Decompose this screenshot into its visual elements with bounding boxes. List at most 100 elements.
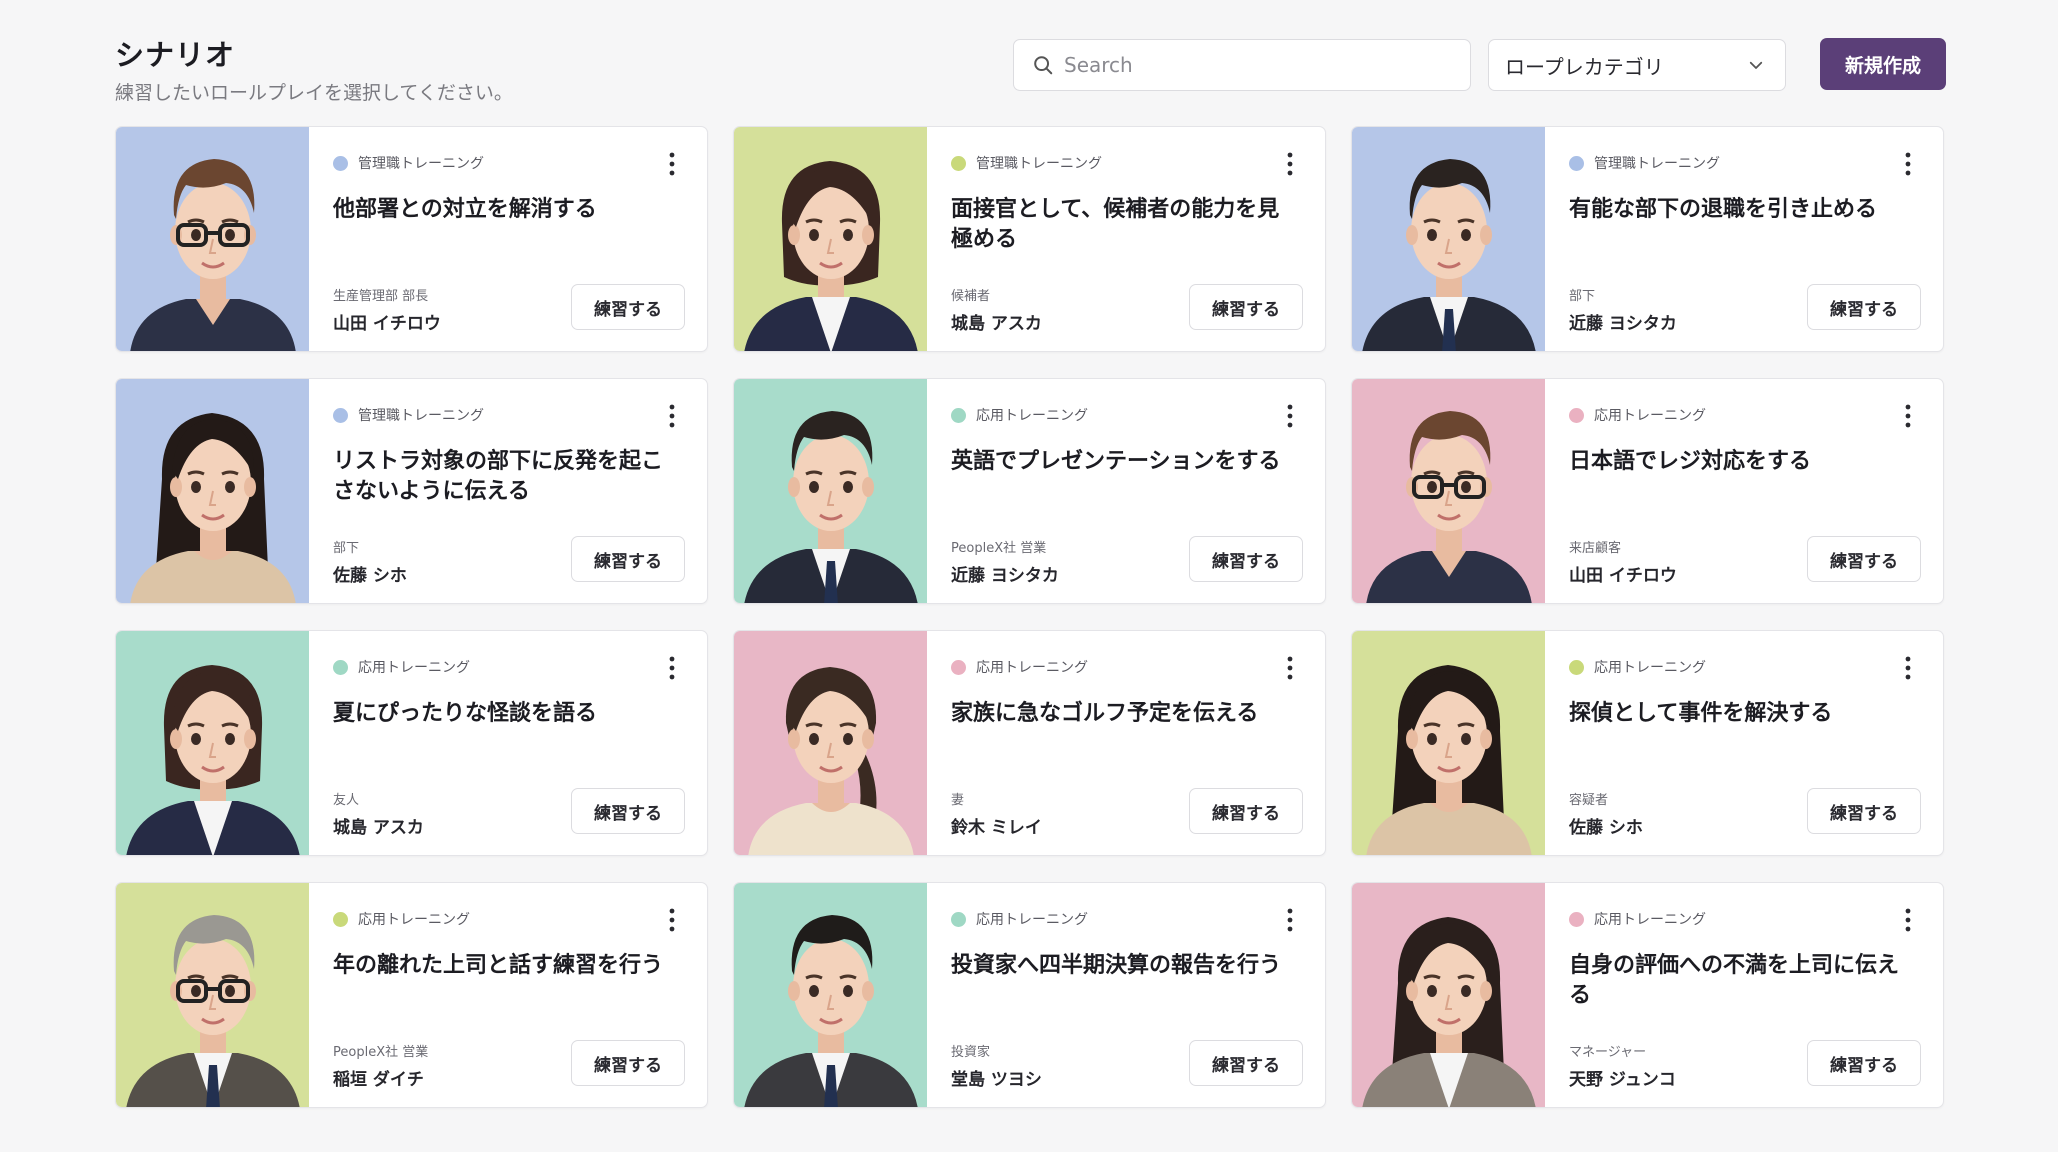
- card-body: 応用トレーニング 投資家へ四半期決算の報告を行う 投資家 堂島 ツヨシ 練習する: [927, 883, 1325, 1107]
- page-subtitle: 練習したいロールプレイを選択してください。: [115, 82, 513, 104]
- man-glasses-avatar-image: [116, 127, 309, 351]
- scenario-card[interactable]: 応用トレーニング 年の離れた上司と話す練習を行う PeopleX社 営業 稲垣 …: [115, 882, 708, 1108]
- card-body: 応用トレーニング 夏にぴったりな怪談を語る 友人 城島 アスカ 練習する: [309, 631, 707, 855]
- character-role: 生産管理部 部長: [333, 289, 429, 304]
- card-body: 応用トレーニング 英語でプレゼンテーションをする PeopleX社 営業 近藤 …: [927, 379, 1325, 603]
- more-options-icon[interactable]: [1901, 403, 1915, 429]
- character-name: 山田 イチロウ: [333, 314, 441, 334]
- character-role: 部下: [1569, 289, 1596, 304]
- card-body: 応用トレーニング 年の離れた上司と話す練習を行う PeopleX社 営業 稲垣 …: [309, 883, 707, 1107]
- category-dot: [1569, 911, 1584, 927]
- card-body: 応用トレーニング 自身の評価への不満を上司に伝える マネージャー 天野 ジュンコ…: [1545, 883, 1943, 1107]
- scenario-card[interactable]: 管理職トレーニング 面接官として、候補者の能力を見極める 候補者 城島 アスカ …: [733, 126, 1326, 352]
- category-label: 応用トレーニング: [976, 660, 1088, 676]
- woman-ponytail-avatar-image: [734, 631, 927, 855]
- more-options-icon[interactable]: [1283, 403, 1297, 429]
- card-body: 管理職トレーニング 有能な部下の退職を引き止める 部下 近藤 ヨシタカ 練習する: [1545, 127, 1943, 351]
- woman-manager-avatar-image: [1352, 883, 1545, 1107]
- character-name: 城島 アスカ: [333, 818, 424, 838]
- character-name: 山田 イチロウ: [1569, 566, 1677, 586]
- scenario-card[interactable]: 応用トレーニング 夏にぴったりな怪談を語る 友人 城島 アスカ 練習する: [115, 630, 708, 856]
- scenario-title: 家族に急なゴルフ予定を伝える: [951, 701, 1259, 726]
- man-glasses-avatar: [1352, 379, 1545, 603]
- category-label: 応用トレーニング: [1594, 660, 1706, 676]
- more-options-icon[interactable]: [1283, 151, 1297, 177]
- older-man-glasses-avatar: [116, 883, 309, 1107]
- search-box[interactable]: [1013, 39, 1471, 91]
- scenario-card[interactable]: 応用トレーニング 日本語でレジ対応をする 来店顧客 山田 イチロウ 練習する: [1351, 378, 1944, 604]
- more-options-icon[interactable]: [1283, 907, 1297, 933]
- scenario-card[interactable]: 管理職トレーニング 他部署との対立を解消する 生産管理部 部長 山田 イチロウ …: [115, 126, 708, 352]
- scenario-card[interactable]: 応用トレーニング 英語でプレゼンテーションをする PeopleX社 営業 近藤 …: [733, 378, 1326, 604]
- practice-button[interactable]: 練習する: [1189, 1040, 1303, 1086]
- category-tag: 応用トレーニング: [1569, 405, 1921, 425]
- more-options-icon[interactable]: [665, 655, 679, 681]
- woman-long-hair-avatar-image: [116, 379, 309, 603]
- more-options-icon[interactable]: [1901, 151, 1915, 177]
- practice-button[interactable]: 練習する: [571, 788, 685, 834]
- scenario-card[interactable]: 応用トレーニング 自身の評価への不満を上司に伝える マネージャー 天野 ジュンコ…: [1351, 882, 1944, 1108]
- woman-bob-avatar: [734, 127, 927, 351]
- scenario-grid: 管理職トレーニング 他部署との対立を解消する 生産管理部 部長 山田 イチロウ …: [115, 126, 1944, 1108]
- scenario-card[interactable]: 管理職トレーニング 有能な部下の退職を引き止める 部下 近藤 ヨシタカ 練習する: [1351, 126, 1944, 352]
- category-tag: 応用トレーニング: [333, 657, 685, 677]
- character-role: 妻: [951, 793, 965, 808]
- practice-button[interactable]: 練習する: [1807, 536, 1921, 582]
- practice-button[interactable]: 練習する: [1807, 284, 1921, 330]
- scenario-card[interactable]: 応用トレーニング 家族に急なゴルフ予定を伝える 妻 鈴木 ミレイ 練習する: [733, 630, 1326, 856]
- practice-button[interactable]: 練習する: [1807, 1040, 1921, 1086]
- new-scenario-button[interactable]: 新規作成: [1820, 38, 1946, 90]
- more-options-icon[interactable]: [665, 907, 679, 933]
- practice-button[interactable]: 練習する: [1189, 284, 1303, 330]
- man-glasses-avatar: [116, 127, 309, 351]
- scenario-title: 有能な部下の退職を引き止める: [1569, 197, 1878, 222]
- practice-button[interactable]: 練習する: [571, 536, 685, 582]
- category-dot: [333, 911, 348, 927]
- scenario-card[interactable]: 応用トレーニング 投資家へ四半期決算の報告を行う 投資家 堂島 ツヨシ 練習する: [733, 882, 1326, 1108]
- scenario-title: 年の離れた上司と話す練習を行う: [333, 953, 664, 978]
- scenario-card[interactable]: 応用トレーニング 探偵として事件を解決する 容疑者 佐藤 シホ 練習する: [1351, 630, 1944, 856]
- chevron-down-icon: [1749, 61, 1763, 69]
- man-glasses-avatar-image: [1352, 379, 1545, 603]
- category-dot: [333, 155, 348, 171]
- young-man-suit-avatar-image: [1352, 127, 1545, 351]
- more-options-icon[interactable]: [665, 403, 679, 429]
- older-man-glasses-avatar-image: [116, 883, 309, 1107]
- scenario-card[interactable]: 管理職トレーニング リストラ対象の部下に反発を起こさないように伝える 部下 佐藤…: [115, 378, 708, 604]
- woman-long-hair-avatar: [1352, 631, 1545, 855]
- category-label: 管理職トレーニング: [358, 156, 484, 172]
- scenario-title: 探偵として事件を解決する: [1569, 701, 1833, 726]
- scenario-title: リストラ対象の部下に反発を起こさないように伝える: [333, 449, 664, 504]
- search-input[interactable]: [1064, 53, 1444, 77]
- character-role: 投資家: [951, 1045, 991, 1060]
- woman-ponytail-avatar: [734, 631, 927, 855]
- woman-bob-avatar-image: [734, 127, 927, 351]
- woman-bob-avatar-image: [116, 631, 309, 855]
- practice-button[interactable]: 練習する: [1189, 536, 1303, 582]
- more-options-icon[interactable]: [1901, 655, 1915, 681]
- practice-button[interactable]: 練習する: [1807, 788, 1921, 834]
- scenario-title: 他部署との対立を解消する: [333, 197, 597, 222]
- category-tag: 管理職トレーニング: [333, 153, 685, 173]
- character-role: 友人: [333, 793, 360, 808]
- more-options-icon[interactable]: [1901, 907, 1915, 933]
- category-select[interactable]: ロープレカテゴリ: [1488, 39, 1786, 91]
- young-man-suit-avatar: [1352, 127, 1545, 351]
- smiling-man-suit-avatar: [734, 883, 927, 1107]
- character-name: 稲垣 ダイチ: [333, 1070, 424, 1090]
- category-label: 管理職トレーニング: [358, 408, 484, 424]
- character-role: 部下: [333, 541, 360, 556]
- page-title: シナリオ: [115, 38, 236, 72]
- practice-button[interactable]: 練習する: [571, 1040, 685, 1086]
- practice-button[interactable]: 練習する: [571, 284, 685, 330]
- more-options-icon[interactable]: [665, 151, 679, 177]
- more-options-icon[interactable]: [1283, 655, 1297, 681]
- practice-button[interactable]: 練習する: [1189, 788, 1303, 834]
- woman-manager-avatar: [1352, 883, 1545, 1107]
- category-tag: 応用トレーニング: [333, 909, 685, 929]
- category-select-value: ロープレカテゴリ: [1505, 54, 1664, 79]
- character-name: 佐藤 シホ: [1569, 818, 1643, 838]
- category-dot: [951, 407, 966, 423]
- character-role: 来店顧客: [1569, 541, 1622, 556]
- category-tag: 管理職トレーニング: [1569, 153, 1921, 173]
